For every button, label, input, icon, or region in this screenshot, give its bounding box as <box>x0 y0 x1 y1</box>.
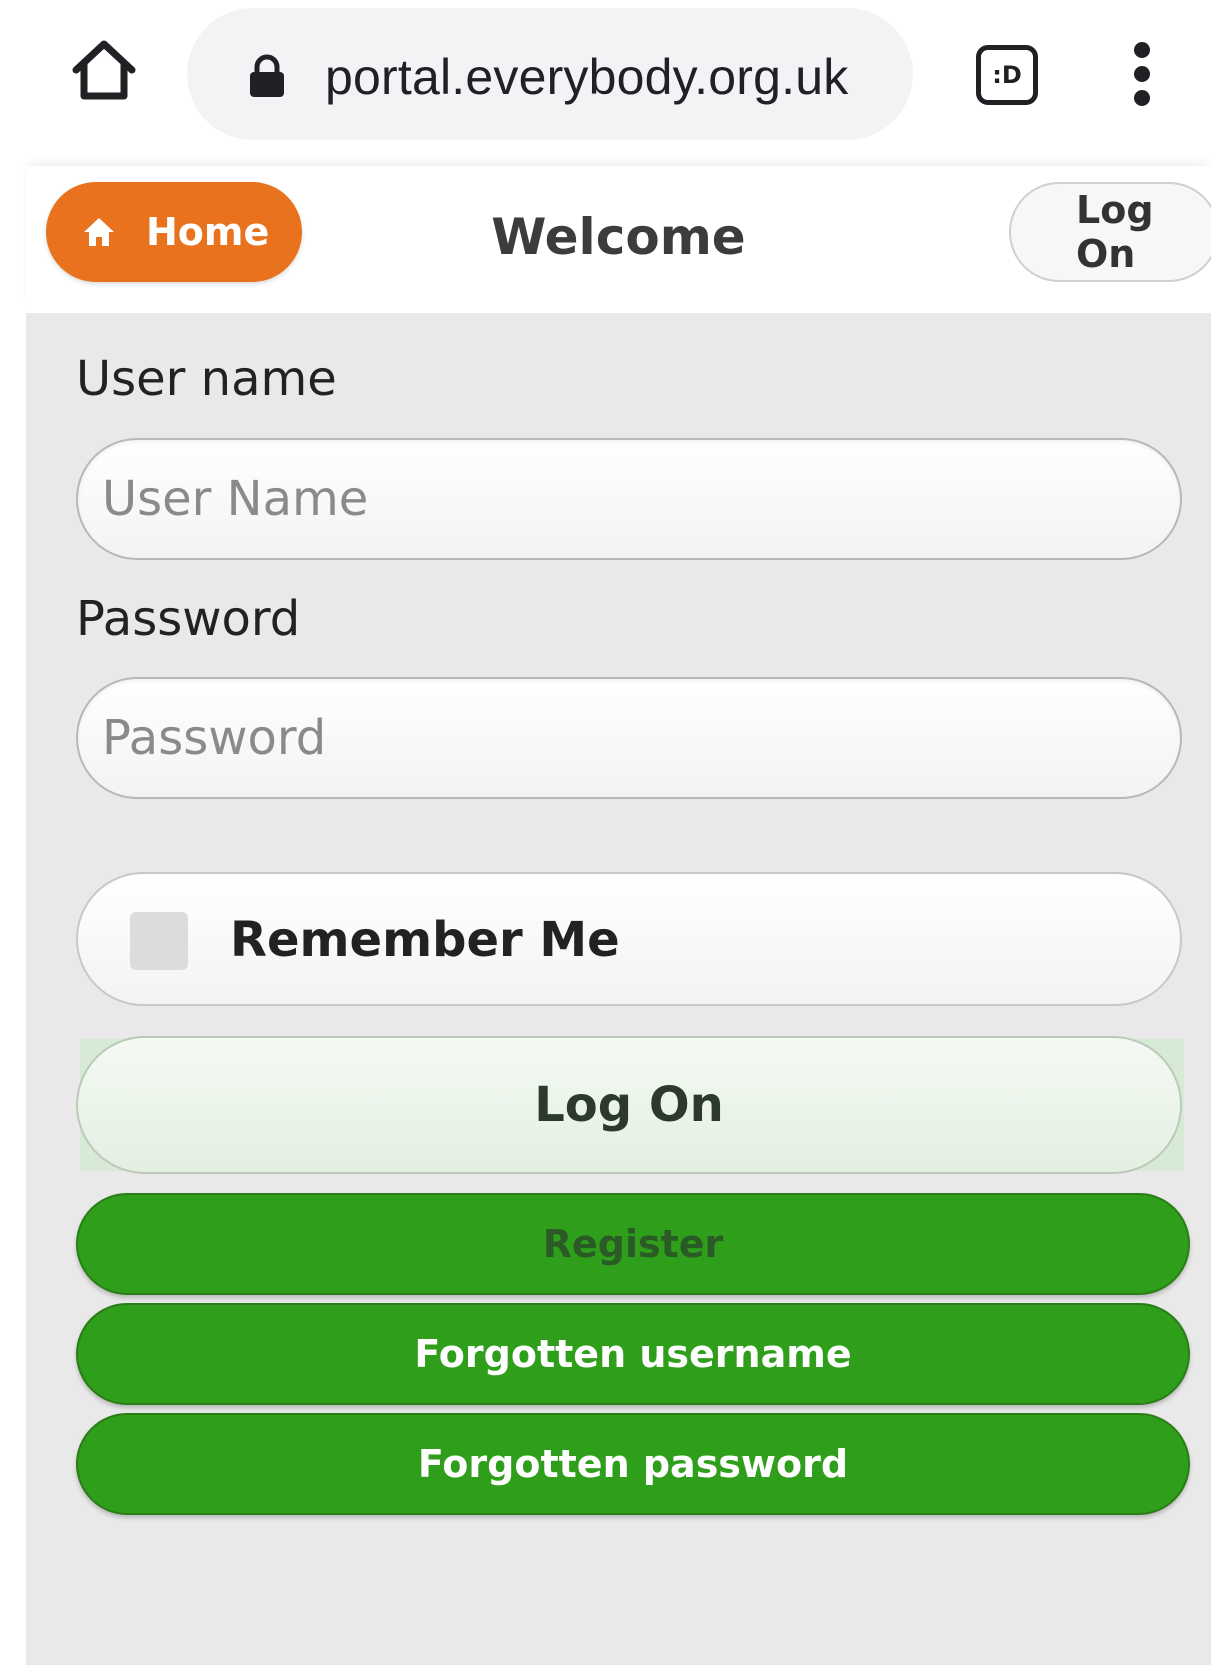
remember-me-toggle[interactable]: Remember Me <box>76 872 1182 1006</box>
tab-switcher-icon[interactable]: :D <box>976 45 1038 105</box>
address-bar[interactable]: portal.everybody.org.uk <box>187 8 913 140</box>
password-label: Password <box>76 591 301 647</box>
login-form: User name Password Remember Me Log On or… <box>26 313 1211 1665</box>
register-button[interactable]: Register <box>76 1193 1190 1295</box>
logon-button[interactable]: Log On <box>76 1036 1182 1174</box>
password-input[interactable] <box>76 677 1182 799</box>
page: portal.everybody.org.uk :D Home Welcome … <box>0 0 1211 1665</box>
forgotten-username-button[interactable]: Forgotten username <box>76 1303 1190 1405</box>
browser-home-icon[interactable] <box>68 34 140 106</box>
logon-button-label: Log On <box>534 1077 724 1133</box>
remember-me-checkbox[interactable] <box>130 912 188 970</box>
forgotten-password-label: Forgotten password <box>417 1442 849 1486</box>
username-input[interactable] <box>76 438 1182 560</box>
forgotten-username-label: Forgotten username <box>414 1332 852 1376</box>
browser-toolbar: portal.everybody.org.uk :D <box>0 0 1211 160</box>
url-text: portal.everybody.org.uk <box>325 49 849 105</box>
header-logon-label: Log On <box>1076 188 1154 276</box>
more-vert-icon[interactable] <box>1125 42 1159 106</box>
site-header: Home Welcome Log On <box>26 166 1211 313</box>
header-logon-button[interactable]: Log On <box>1009 182 1211 282</box>
remember-me-label: Remember Me <box>230 912 620 968</box>
forgotten-password-button[interactable]: Forgotten password <box>76 1413 1190 1515</box>
lock-icon <box>247 54 287 98</box>
tab-switcher-label: :D <box>992 61 1022 89</box>
register-button-label: Register <box>542 1222 724 1266</box>
username-label: User name <box>76 351 337 407</box>
